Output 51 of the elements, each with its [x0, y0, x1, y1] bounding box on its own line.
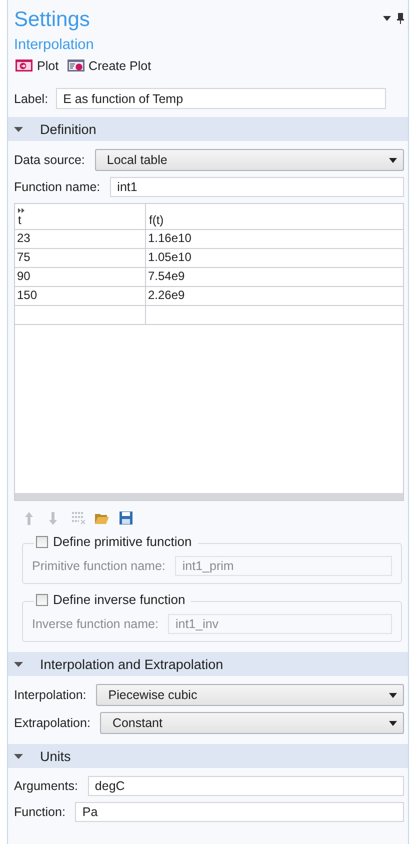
table-cell[interactable]: 23 [15, 230, 146, 248]
plot-button[interactable]: Plot [14, 57, 60, 74]
caret-icon [14, 126, 23, 132]
dropdown[interactable]: Constant [100, 712, 404, 734]
section-subtitle: Interpolation [14, 37, 94, 53]
field-label: Extrapolation: [14, 716, 90, 730]
table-cell[interactable]: 75 [15, 249, 146, 267]
create-plot-button[interactable]: Create Plot [66, 57, 152, 74]
dropdown-value: Constant [112, 716, 162, 730]
dropdown-caret-icon [389, 720, 397, 726]
panel-title: Settings [14, 7, 90, 33]
table-cell[interactable]: 1.16e10 [146, 230, 403, 248]
section-header[interactable]: Definition [8, 117, 408, 141]
field-label: Inverse function name: [32, 617, 158, 631]
table-cell[interactable]: 1.05e10 [146, 249, 403, 267]
scrollbar[interactable] [15, 493, 403, 500]
checkbox-label: Define primitive function [53, 534, 192, 549]
dropdown-caret-icon [389, 158, 397, 162]
section-title: Definition [40, 122, 96, 136]
dropdown-caret-icon [389, 692, 397, 698]
expand-icon [18, 208, 25, 213]
input-field[interactable]: int1 [110, 177, 404, 197]
section-header[interactable]: Interpolation and Extrapolation [8, 652, 408, 676]
field-label: Primitive function name: [32, 559, 166, 573]
caret-icon [14, 754, 23, 758]
field-label: Data source: [14, 153, 85, 167]
dropdown[interactable]: Local table [94, 149, 404, 171]
pin-icon[interactable] [397, 13, 404, 24]
field-label: Function name: [14, 180, 100, 194]
table-cell[interactable]: 90 [15, 268, 146, 286]
field-label: Function: [14, 805, 66, 819]
table-cell[interactable]: 150 [15, 287, 146, 305]
plot-window-icon [15, 58, 33, 73]
field-label: Arguments: [14, 779, 78, 793]
section-header[interactable]: Units [8, 744, 408, 768]
table-cell[interactable]: 7.54e9 [146, 268, 403, 286]
plot-window-icon [66, 58, 85, 73]
input-field[interactable]: Pa [75, 802, 404, 822]
input-field[interactable]: degC [88, 776, 404, 796]
dropdown-caret-icon[interactable] [383, 16, 391, 21]
dropdown[interactable]: Piecewise cubic [96, 684, 404, 706]
dropdown-value: Local table [106, 153, 168, 167]
dropdown-value: Piecewise cubic [108, 688, 198, 702]
caret-icon [14, 662, 23, 666]
section-title: Units [40, 748, 71, 764]
field-label: Interpolation: [14, 688, 86, 702]
field-label: Label: [14, 92, 48, 106]
label-field[interactable]: E as function of Temp [56, 88, 386, 109]
checkbox-label: Define inverse function [53, 592, 186, 607]
table-cell[interactable]: 2.26e9 [146, 287, 403, 305]
section-title: Interpolation and Extrapolation [40, 656, 224, 672]
